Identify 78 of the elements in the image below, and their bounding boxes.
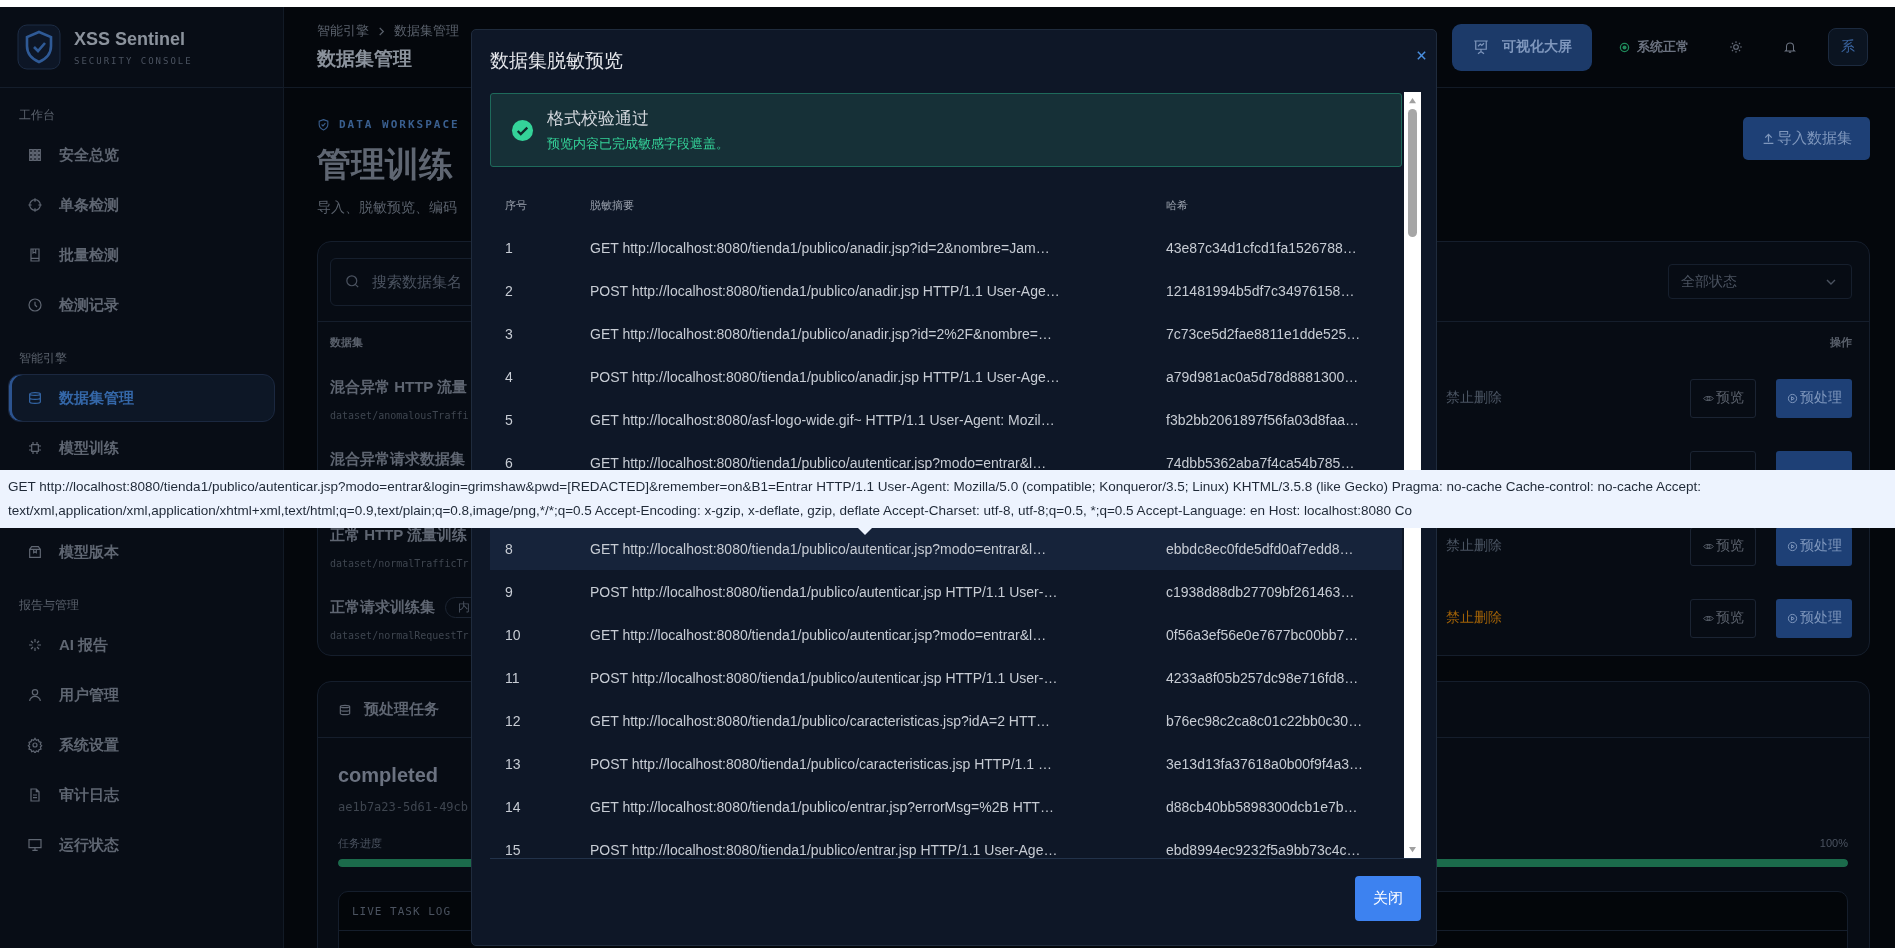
hero-title: 管理训练 [317, 144, 454, 184]
table-cell-text: 14 [504, 798, 522, 815]
breadcrumb-current: 数据集管理 [394, 22, 459, 40]
dataset-name: 正常 HTTP 流量训练 [330, 525, 468, 545]
dataset-path: dataset/normalRequestTr [330, 630, 469, 641]
table-cell-text: 9 [504, 583, 514, 600]
column-header: 数据集 [330, 334, 363, 350]
table-cell: 74dbb5362aba7f4ca54b785… [1166, 454, 1355, 471]
table-cell-text: 4 [504, 368, 514, 385]
delete-status-text: 禁止删除 [1446, 609, 1502, 627]
hero-subtitle: 导入、脱敏预览、编码 [317, 198, 458, 217]
table-cell: ebd8994ec9232f5a9bb73c4c… [1166, 841, 1361, 858]
table-cell-text: 10 [504, 626, 522, 643]
dataset-name: 混合异常请求数据集 [330, 449, 465, 469]
table-cell: 3e13d13fa37618a0b00f9f4a3… [1166, 755, 1363, 772]
table-cell-text: GET http://localhost:8080/tienda1/publico/autenticar.jsp?modo=entrar&l… [590, 454, 1048, 471]
table-cell: 4233a8f05b257dc98e716fd8… [1166, 669, 1359, 686]
table-cell-text: GET http://localhost:8080/tienda1/publico/caracteristicas.jsp?idA=2 HTT… [590, 712, 1052, 729]
column-header: 哈希 [1166, 197, 1188, 213]
delete-status-text: 禁止删除 [1446, 537, 1502, 555]
table-cell: 43e87c34d1cfcd1fa1526788… [1166, 239, 1357, 256]
table-cell: c1938d88db27709bf261463… [1166, 583, 1355, 600]
table-cell-text: 8 [504, 540, 514, 557]
table-cell-text: GET http://localhost:8080/tienda1/publico/autenticar.jsp?modo=entrar&l… [590, 626, 1048, 643]
progress-label: 任务进度 [338, 836, 382, 851]
table-cell: 121481994b5df7c34976158… [1166, 282, 1355, 299]
table-cell-text: POST http://localhost:8080/tienda1/publico/anadir.jsp HTTP/1.1 User-Age… [590, 368, 1061, 385]
table-cell: 7c73ce5d2fae8811e1dde525… [1166, 325, 1361, 342]
table-cell: d88cb40bb5898300dcb1e7b… [1166, 798, 1358, 815]
table-cell: f3b2bb2061897f56fa03d8faa… [1166, 411, 1360, 428]
table-cell-text: 11 [504, 669, 521, 686]
task-status: completed [338, 764, 439, 786]
nav-section-title: 智能引擎 [18, 350, 68, 367]
table-cell-text: GET http://localhost:8080/asf-logo-wide.gif~ HTTP/1.1 User-Agent: Mozil… [590, 411, 1056, 428]
dataset-name: 正常请求训练集 [330, 597, 435, 617]
log-title: LIVE TASK LOG [352, 904, 452, 918]
dataset-path: dataset/anomalousTraffi [330, 410, 469, 421]
card-title: 预处理任务 [364, 700, 439, 719]
table-cell-text: GET http://localhost:8080/tienda1/publico/autenticar.jsp?modo=entrar&l… [590, 540, 1048, 557]
table-cell-text: POST http://localhost:8080/tienda1/publico/autenticar.jsp HTTP/1.1 User-… [590, 583, 1059, 600]
nav-section-title: 工作台 [18, 107, 56, 124]
table-cell-text: 3 [504, 325, 514, 342]
tooltip-text: GET http://localhost:8080/tienda1/publico/autenticar.jsp?modo=entrar&login=grimshaw&pwd=[REDACTED]&remember=on&B1=Entrar HTTP/1.1 User-Agent: Mozilla/5.0 (compatible; Konqueror/3.5; Linux) KHTML/3.5.8 (like Gecko) Pragma: no-cache Cache-control: no-cache Accept: text/xml,application/xml,application/xhtml+xml,text/html;q=0.9,text/plain;q=0.8,image/png,*/*;q=0.5 Accept-Encoding: x-gzip, x-deflate, gzip, deflate Accept-Charset: utf-8, utf-8;q=0.5, *;q=0.5 Accept-Language: en Host: localhost:8080 Co [8, 479, 1701, 518]
table-cell-text: POST http://localhost:8080/tienda1/publico/autenticar.jsp HTTP/1.1 User-… [590, 669, 1059, 686]
column-header: 操作 [1830, 334, 1852, 350]
table-cell-text: GET http://localhost:8080/tienda1/publico/anadir.jsp?id=2%2F&nombre=… [590, 325, 1054, 342]
delete-status-text: 禁止删除 [1446, 389, 1502, 407]
brand-tagline: SECURITY CONSOLE [74, 55, 193, 66]
table-cell-text: GET http://localhost:8080/tienda1/publico/anadir.jsp?id=2&nombre=Jam… [590, 239, 1051, 256]
table-cell-text: 13 [504, 755, 522, 772]
status-text: 系统正常 [1637, 38, 1689, 56]
dataset-path: dataset/normalTrafficTr [330, 558, 469, 569]
alert-title: 格式校验通过 [547, 108, 650, 130]
task-id: ae1b7a23-5d61-49cb [338, 800, 469, 814]
eyebrow-text: DATA WORKSPACE [339, 117, 460, 131]
table-cell-text: 12 [504, 712, 522, 729]
dialog-title: 数据集脱敏预览 [490, 49, 623, 73]
alert-message: 预览内容已完成敏感字段遮盖。 [547, 135, 729, 153]
column-header: 序号 [504, 197, 528, 213]
page-title: 数据集管理 [317, 47, 413, 71]
nav-section-title: 报告与管理 [18, 597, 80, 614]
table-cell-text: GET http://localhost:8080/tienda1/publico/entrar.jsp?errorMsg=%2B HTT… [590, 798, 1055, 815]
progress-reading: 100% [1819, 836, 1848, 851]
table-cell: b76ec98c2ca8c01c22bb0c30… [1166, 712, 1363, 729]
table-cell: 0f56a3ef56e0e7677bc00bb7… [1166, 626, 1359, 643]
table-cell-text: 6 [504, 454, 514, 471]
table-cell-text: 1 [504, 239, 514, 256]
table-cell-text: 2 [504, 282, 514, 299]
dataset-name: 混合异常 HTTP 流量 [330, 377, 468, 397]
table-cell-text: 5 [504, 411, 514, 428]
table-cell-text: 15 [504, 841, 522, 858]
brand-name: XSS Sentinel [74, 28, 187, 50]
table-cell-text: POST http://localhost:8080/tienda1/publico/entrar.jsp HTTP/1.1 User-Age… [590, 841, 1059, 858]
table-cell-text: POST http://localhost:8080/tienda1/publico/anadir.jsp HTTP/1.1 User-Age… [590, 282, 1061, 299]
table-cell-text: POST http://localhost:8080/tienda1/publico/caracteristicas.jsp HTTP/1.1 … [590, 755, 1053, 772]
table-cell: ebbdc8ec0fde5dfd0af7edd8… [1166, 540, 1354, 557]
table-cell: a79d981ac0a5d78d8881300… [1166, 368, 1359, 385]
column-header: 脱敏摘要 [590, 197, 635, 213]
